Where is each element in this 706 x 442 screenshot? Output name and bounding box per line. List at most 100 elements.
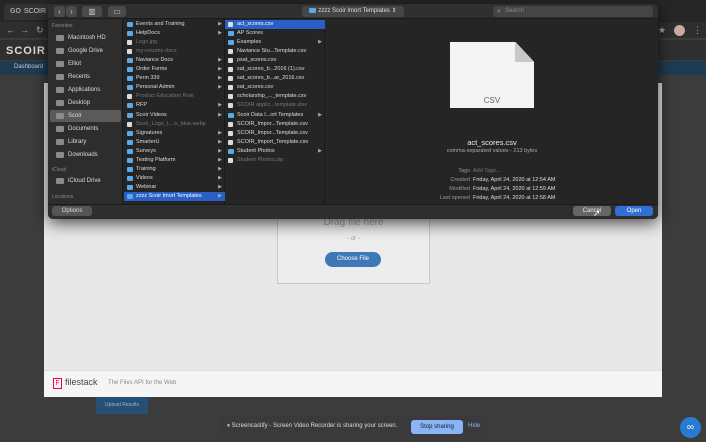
column1-folder-row[interactable]: Webinar ▶ bbox=[124, 183, 225, 192]
more-icon[interactable]: ⋮ bbox=[693, 25, 702, 36]
open-button[interactable]: Open bbox=[615, 206, 653, 216]
row-label: Testing Platform bbox=[136, 156, 176, 163]
applications-icon bbox=[56, 87, 64, 93]
column1-folder-row[interactable]: SmarterU ▶ bbox=[124, 138, 225, 147]
column1-folder-row[interactable]: Order Forms ▶ bbox=[124, 65, 225, 74]
choose-file-button[interactable]: Choose File bbox=[325, 252, 381, 267]
row-label: sat_scores.csv bbox=[237, 84, 274, 91]
mouse-cursor-icon: ➚ bbox=[593, 208, 601, 218]
folder-icon bbox=[309, 7, 317, 13]
file-open-dialog: ‹ › ▥ ▭ zzzz Scoir Imort Templates ⇕ ⌕ Se… bbox=[48, 4, 658, 219]
screencastify-icon[interactable]: ∞ bbox=[680, 417, 701, 438]
sidebar-item-elliot[interactable]: Elliot bbox=[50, 58, 121, 70]
chevron-right-icon: ▶ bbox=[218, 111, 222, 118]
column2-folder-row[interactable]: Student Photos ▶ bbox=[225, 147, 325, 156]
sidebar-item-scoir[interactable]: Scoir bbox=[50, 110, 121, 122]
column1-folder-row[interactable]: RFP ▶ bbox=[124, 101, 225, 110]
file-icon bbox=[228, 94, 233, 100]
column1-folder-row[interactable]: Naviance Docs ▶ bbox=[124, 56, 225, 65]
row-label: Logo.jpg bbox=[136, 39, 158, 46]
search-icon: ⌕ bbox=[497, 8, 501, 15]
sidebar-item-documents[interactable]: Documents bbox=[50, 123, 121, 135]
column2-file-row[interactable]: SCOIR_Impor...Template.csv bbox=[225, 120, 325, 129]
column2-file-row[interactable]: psat_scores.csv bbox=[225, 56, 325, 65]
column1-folder-row[interactable]: Signatures ▶ bbox=[124, 129, 225, 138]
cancel-button[interactable]: Cancel bbox=[573, 206, 611, 216]
chevron-right-icon: ▶ bbox=[218, 57, 222, 64]
nav-dashboard[interactable]: Dashboard bbox=[14, 64, 43, 70]
column1-folder-row[interactable]: Personal Admin ▶ bbox=[124, 83, 225, 92]
column1-file-row[interactable]: Scoir_Logo_L...e_blue.webp bbox=[124, 120, 225, 129]
sidebar-item-library[interactable]: Library bbox=[50, 136, 121, 148]
column1-file-row[interactable]: my-resume.docx bbox=[124, 47, 225, 56]
hard-drive-icon bbox=[56, 35, 64, 41]
column2-file-row[interactable]: SCOIR applic...template.xlsx bbox=[225, 101, 325, 110]
column2-file-row[interactable]: sat_scores.csv bbox=[225, 83, 325, 92]
forward-button[interactable]: › bbox=[66, 6, 77, 17]
sidebar-item-downloads[interactable]: Downloads bbox=[50, 149, 121, 161]
row-label: Naviance Docs bbox=[136, 57, 173, 64]
filestack-logo-icon: F bbox=[53, 378, 62, 389]
bookmark-icon[interactable]: ★ bbox=[658, 25, 666, 36]
column1-folder-row[interactable]: Testing Platform ▶ bbox=[124, 156, 225, 165]
column1-file-row[interactable]: Product Education Role bbox=[124, 92, 225, 101]
row-label: Naviance Stu...Template.csv bbox=[237, 48, 307, 55]
column2-file-row[interactable]: scholarship_..._template.csv bbox=[225, 92, 325, 101]
sidebar-item-applications[interactable]: Applications bbox=[50, 84, 121, 96]
meta-tags-value[interactable]: Add Tags... bbox=[473, 168, 500, 174]
column1-file-row[interactable]: Logo.jpg bbox=[124, 38, 225, 47]
column2-file-row[interactable]: act_scores.csv bbox=[225, 20, 325, 29]
column2-folder-row[interactable]: Scoir Data I...ort Templates ▶ bbox=[225, 111, 325, 120]
folder-icon bbox=[127, 175, 133, 181]
row-label: Scoir Data I...ort Templates bbox=[237, 111, 304, 118]
row-label: Videos bbox=[136, 174, 153, 181]
column2-file-row[interactable]: SCOIR_Import_Template.csv bbox=[225, 138, 325, 147]
options-button[interactable]: Options bbox=[52, 206, 92, 216]
column1-folder-row[interactable]: Videos ▶ bbox=[124, 174, 225, 183]
column1-folder-row[interactable]: Penn 339 ▶ bbox=[124, 74, 225, 83]
reload-icon[interactable]: ↻ bbox=[36, 25, 44, 36]
browser-column-templates: act_scores.csv AP Scores Examples ▶ Naviance… bbox=[225, 19, 325, 204]
sidebar-item-recents[interactable]: Recents bbox=[50, 71, 121, 83]
sidebar-item-google-drive[interactable]: Google Drive bbox=[50, 45, 121, 57]
sidebar-item-desktop[interactable]: Desktop bbox=[50, 97, 121, 109]
column2-file-row[interactable]: Naviance Stu...Template.csv bbox=[225, 47, 325, 56]
locations-heading: Locations bbox=[52, 194, 74, 200]
column1-folder-row[interactable]: zzzz Scoir Imort Templates ▶ bbox=[124, 191, 225, 201]
row-label: Product Education Role bbox=[136, 93, 194, 100]
folder-icon bbox=[127, 139, 133, 145]
site-logo[interactable]: SCOIR bbox=[6, 45, 46, 57]
dialog-sidebar: Favorites Macintosh HD Google Drive Elli… bbox=[48, 19, 123, 204]
hide-sharing-button[interactable]: Hide bbox=[468, 423, 480, 429]
chevron-right-icon: ▶ bbox=[218, 183, 222, 190]
column2-file-row[interactable]: sat_scores_b...2016 (1).csv bbox=[225, 65, 325, 74]
row-label: SCOIR applic...template.xlsx bbox=[237, 102, 307, 109]
column1-folder-row[interactable]: HelpDocs ▶ bbox=[124, 29, 225, 38]
path-popup[interactable]: zzzz Scoir Imort Templates ⇕ bbox=[302, 6, 404, 17]
forward-icon[interactable]: → bbox=[20, 25, 29, 35]
column2-file-row[interactable]: Student Photos.zip bbox=[225, 156, 325, 165]
column2-folder-row[interactable]: AP Scores bbox=[225, 29, 325, 38]
group-button[interactable]: ▭ bbox=[108, 6, 126, 17]
dialog-bottom-bar bbox=[48, 204, 658, 219]
chevron-right-icon: ▶ bbox=[218, 30, 222, 37]
back-icon[interactable]: ← bbox=[6, 25, 15, 35]
column2-file-row[interactable]: sat_scores_b...ar_2016.csv bbox=[225, 74, 325, 83]
row-label: AP Scores bbox=[237, 30, 263, 37]
sidebar-item-macintosh-hd[interactable]: Macintosh HD bbox=[50, 32, 121, 44]
avatar[interactable] bbox=[674, 25, 685, 36]
stop-sharing-button[interactable]: Stop sharing bbox=[411, 420, 463, 434]
column1-folder-row[interactable]: Scoir Videos ▶ bbox=[124, 111, 225, 120]
column1-folder-row[interactable]: Events and Training ▶ bbox=[124, 20, 225, 29]
column2-file-row[interactable]: SCOIR_Impor...Template.csv bbox=[225, 129, 325, 138]
meta-last-opened-key: Last opened bbox=[439, 195, 470, 201]
back-button[interactable]: ‹ bbox=[54, 6, 65, 17]
upload-results-button[interactable]: Upload Results bbox=[96, 397, 148, 414]
folder-icon bbox=[127, 85, 133, 91]
column1-folder-row[interactable]: Training ▶ bbox=[124, 165, 225, 174]
column1-folder-row[interactable]: Surveys ▶ bbox=[124, 147, 225, 156]
column2-folder-row[interactable]: Examples ▶ bbox=[225, 38, 325, 47]
search-field[interactable]: ⌕ Search bbox=[493, 6, 653, 17]
view-mode-button[interactable]: ▥ bbox=[82, 6, 102, 17]
sidebar-item-icloud-drive[interactable]: iCloud Drive bbox=[50, 175, 121, 187]
